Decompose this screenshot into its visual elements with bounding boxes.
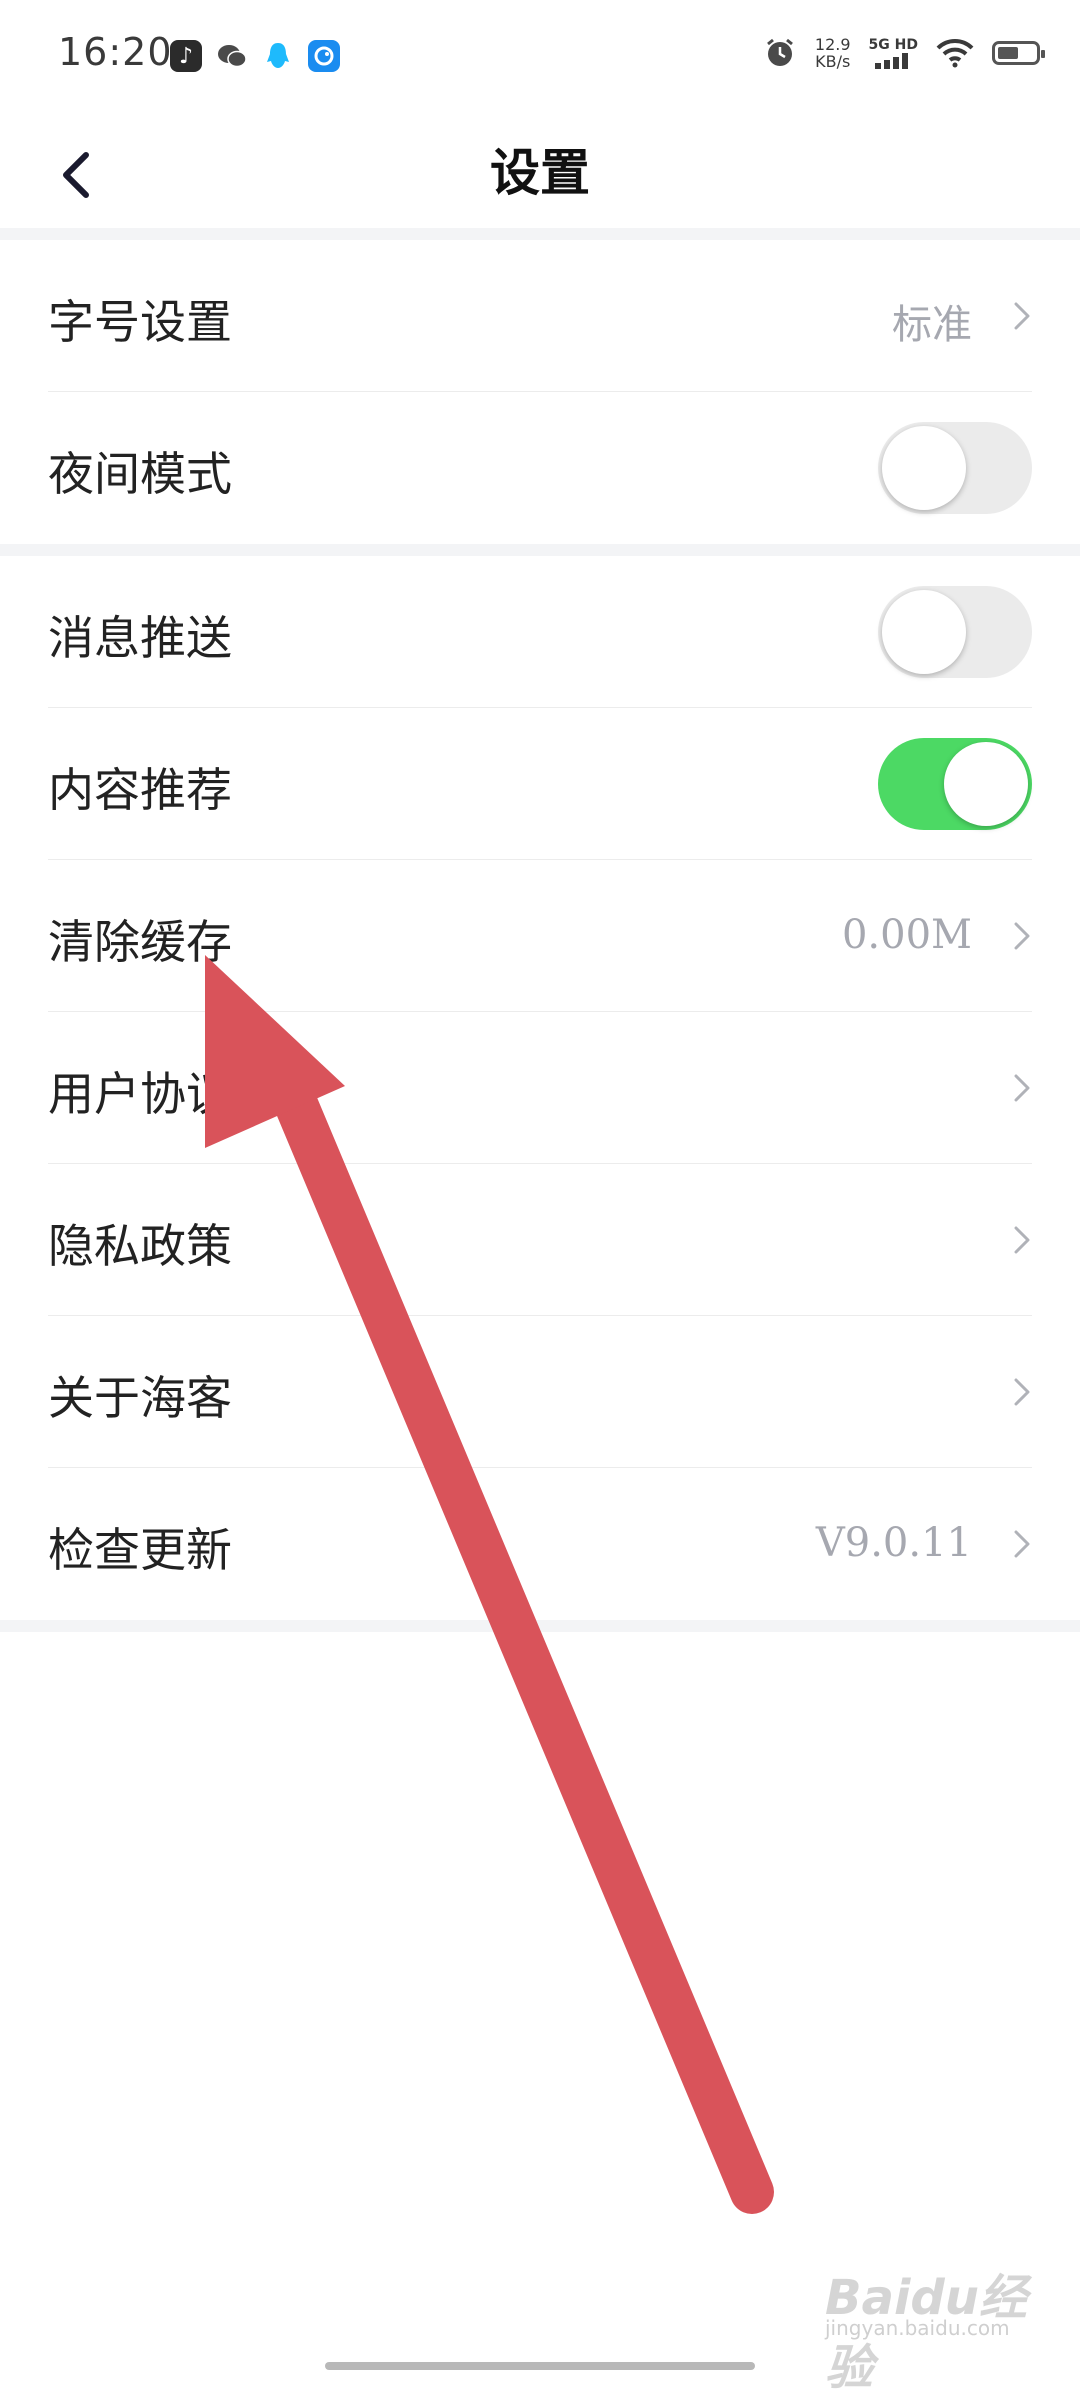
- clear-cache-label: 清除缓存: [48, 915, 232, 969]
- chevron-right-icon: [1014, 1226, 1030, 1254]
- check-update-row[interactable]: 检查更新 V9.0.11: [0, 1468, 1080, 1620]
- content-recommend-toggle[interactable]: [878, 738, 1032, 830]
- watermark-domain: jingyan.baidu.com: [825, 2316, 1010, 2340]
- network-speed: 12.9 KB/s: [815, 36, 851, 70]
- night-mode-label: 夜间模式: [48, 447, 232, 501]
- notification-icons: ♪: [170, 40, 340, 72]
- battery-level: [998, 47, 1018, 59]
- chevron-right-icon: [1014, 922, 1030, 950]
- night-mode-setting-row: 夜间模式: [0, 392, 1080, 544]
- push-notification-toggle[interactable]: [878, 586, 1032, 678]
- toggle-knob: [882, 426, 966, 510]
- push-notification-setting-row: 消息推送: [0, 556, 1080, 708]
- home-indicator[interactable]: [325, 2362, 755, 2370]
- content-recommend-label: 内容推荐: [48, 763, 232, 817]
- font-size-label: 字号设置: [48, 295, 232, 349]
- user-agreement-row[interactable]: 用户协议: [0, 1012, 1080, 1164]
- toggle-knob: [944, 742, 1028, 826]
- about-row[interactable]: 关于海客: [0, 1316, 1080, 1468]
- status-bar: 16:20 ♪ 12.9 KB/s 5G HD: [0, 0, 1080, 115]
- navigation-header: 设置: [0, 115, 1080, 227]
- chevron-right-icon: [1014, 1378, 1030, 1406]
- chevron-right-icon: [1014, 1530, 1030, 1558]
- alarm-icon: [766, 38, 793, 66]
- network-type: 5G HD: [868, 37, 918, 53]
- privacy-policy-row[interactable]: 隐私政策: [0, 1164, 1080, 1316]
- app-version-value: V9.0.11: [815, 1520, 972, 1566]
- section-divider: [0, 544, 1080, 556]
- chevron-right-icon: [1014, 1074, 1030, 1102]
- music-app-icon: ♪: [170, 40, 202, 72]
- baidu-watermark: Baidu经验 jingyan.baidu.com: [825, 2250, 1030, 2396]
- font-size-setting-row[interactable]: 字号设置 标准: [0, 240, 1080, 392]
- chevron-right-icon: [1014, 302, 1030, 330]
- wechat-icon: [216, 40, 248, 72]
- toggle-knob: [882, 590, 966, 674]
- section-divider: [0, 1620, 1080, 1632]
- push-notification-label: 消息推送: [48, 611, 232, 665]
- cache-size-value: 0.00M: [841, 912, 972, 958]
- font-size-value: 标准: [892, 302, 972, 348]
- status-time: 16:20: [58, 30, 173, 74]
- night-mode-toggle[interactable]: [878, 422, 1032, 514]
- signal-bars-icon: [875, 53, 909, 69]
- battery-icon: [992, 41, 1045, 65]
- network-speed-unit: KB/s: [815, 52, 851, 71]
- user-agreement-label: 用户协议: [48, 1067, 232, 1121]
- cellular-signal: 5G HD: [869, 37, 918, 69]
- wifi-icon: [936, 38, 974, 68]
- privacy-policy-label: 隐私政策: [48, 1219, 232, 1273]
- section-divider: [0, 228, 1080, 240]
- content-recommend-setting-row: 内容推荐: [0, 708, 1080, 860]
- app-icon: [308, 40, 340, 72]
- check-update-label: 检查更新: [48, 1523, 232, 1577]
- about-label: 关于海客: [48, 1371, 232, 1425]
- status-indicators: 12.9 KB/s 5G HD: [763, 36, 1045, 70]
- clear-cache-setting-row[interactable]: 清除缓存 0.00M: [0, 860, 1080, 1012]
- qq-icon: [262, 40, 294, 72]
- network-speed-value: 12.9: [814, 35, 851, 54]
- page-title: 设置: [490, 143, 590, 202]
